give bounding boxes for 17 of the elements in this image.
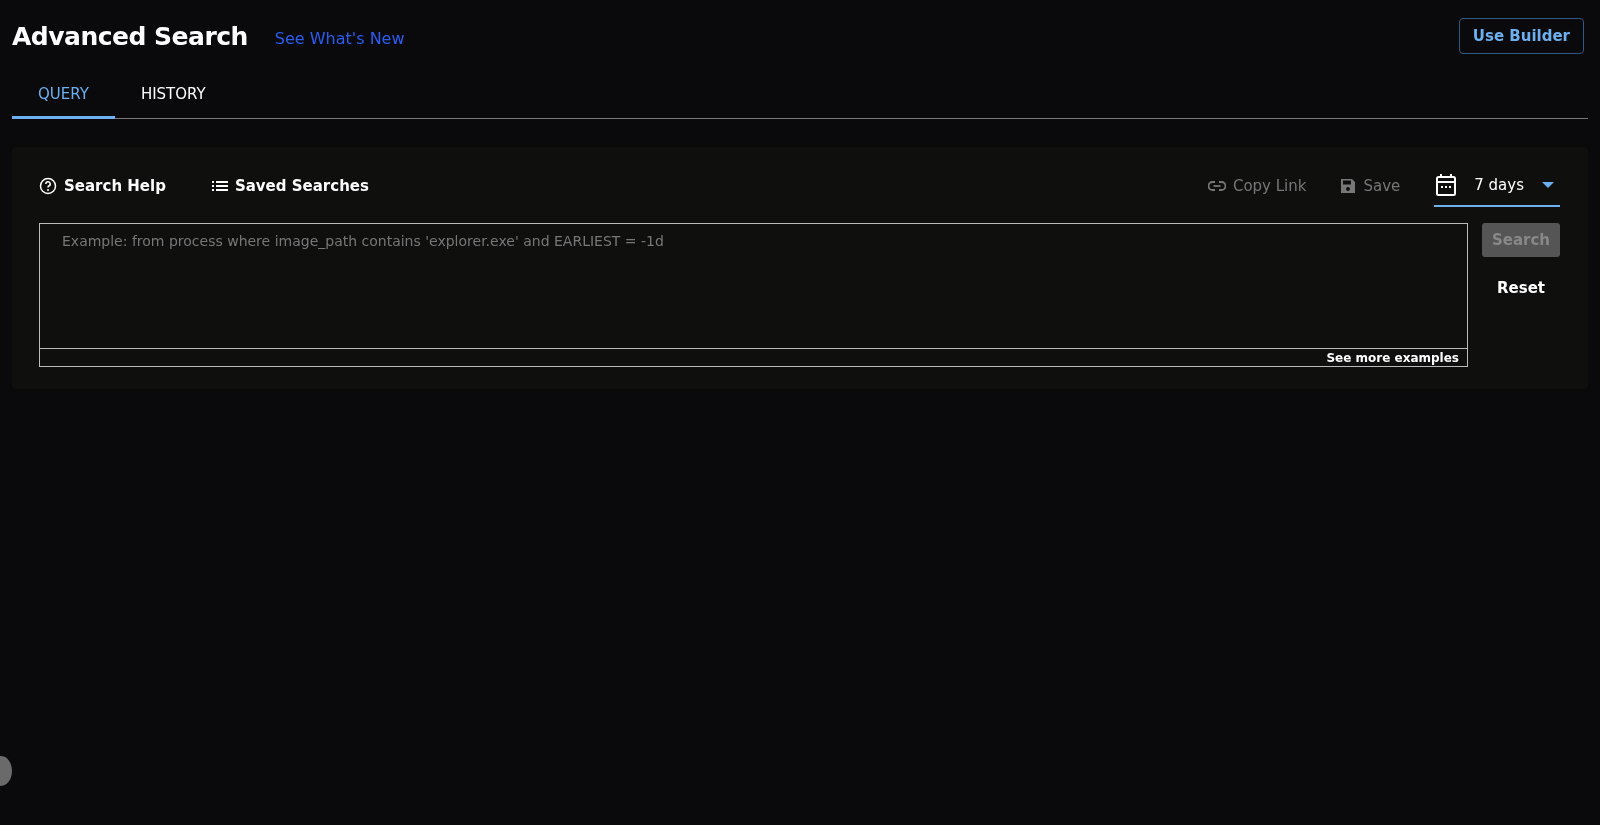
tab[interactable]: HISTORY xyxy=(114,72,232,119)
use-builder-button[interactable]: Use Builder xyxy=(1458,18,1584,54)
date-range-dropdown[interactable]: 7 days xyxy=(1434,165,1560,207)
link-icon xyxy=(1207,181,1226,191)
caret-icon xyxy=(1542,182,1554,188)
reset-button[interactable]: Reset xyxy=(1482,271,1560,305)
help-icon xyxy=(39,177,57,195)
list-icon xyxy=(211,180,228,192)
see-more-examples-link[interactable]: See more examples xyxy=(1318,349,1467,366)
tab[interactable]: QUERY xyxy=(12,72,115,119)
query-field[interactable]: Example: from process where image_path contains 'explorer.exe' and EARLIEST = -1d See more examples xyxy=(39,223,1468,367)
search-help-button[interactable]: Search Help xyxy=(39,177,166,195)
whats-new-link[interactable]: See What's New xyxy=(274,28,405,48)
calendar-icon xyxy=(1436,174,1457,196)
saved-searches-button[interactable]: Saved Searches xyxy=(211,177,369,195)
save-icon xyxy=(1340,178,1357,194)
page-title: Advanced Search xyxy=(12,21,248,51)
